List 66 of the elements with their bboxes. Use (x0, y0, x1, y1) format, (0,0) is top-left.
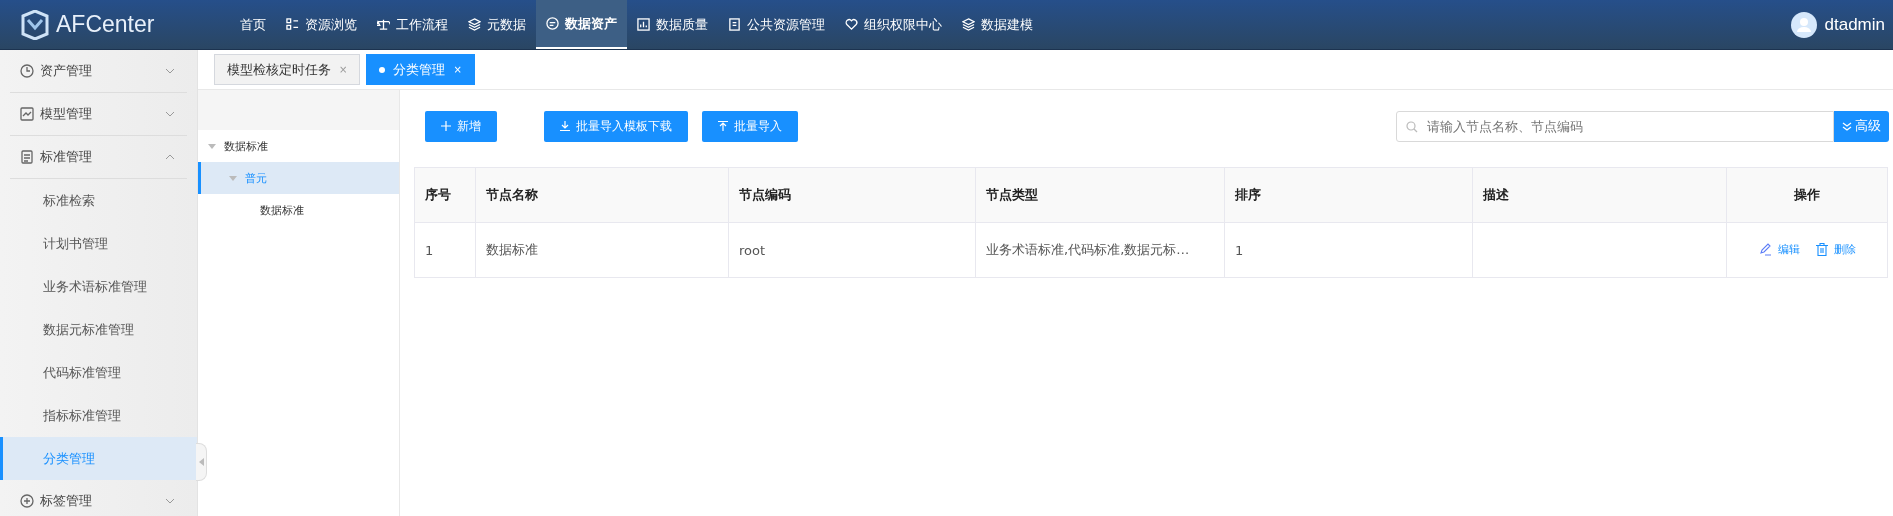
tree-node[interactable]: 数据标准 (198, 194, 399, 226)
search-field[interactable]: 请输入节点名称、节点编码 (1396, 110, 1834, 142)
sidebar-item[interactable]: 数据元标准管理 (0, 308, 197, 351)
scale-icon (377, 18, 390, 31)
chart-icon (20, 107, 34, 121)
sidebar-item[interactable]: 计划书管理 (0, 222, 197, 265)
caret-icon (208, 143, 216, 149)
nav-tab[interactable]: 数据建模 (952, 0, 1043, 49)
chevron-icon (165, 111, 175, 117)
nav-tab[interactable]: 首页 (230, 0, 276, 49)
nav-tab[interactable]: 组织权限中心 (835, 0, 952, 49)
page-tab[interactable]: 模型检核定时任务 × (214, 54, 361, 85)
nav-tab[interactable]: 公共资源管理 (718, 0, 835, 49)
chevron-icon (165, 498, 175, 504)
chevron-icon (165, 68, 175, 74)
sidebar-item[interactable]: 代码标准管理 (0, 351, 197, 394)
double-chevron-icon (1842, 121, 1852, 131)
column-header: 节点编码 (728, 167, 976, 223)
layers-icon (962, 18, 975, 31)
sidebar-item[interactable]: 指标标准管理 (0, 394, 197, 437)
plus-icon (441, 121, 451, 131)
table-cell: 1 (414, 222, 476, 278)
list-icon (286, 18, 299, 31)
column-header: 排序 (1224, 167, 1473, 223)
table-cell: root (728, 222, 976, 278)
plus-circle-icon (20, 494, 34, 508)
sidebar-group[interactable]: 资产管理 (10, 50, 187, 93)
table-cell: 1 (1224, 222, 1473, 278)
active-dot-icon (379, 66, 386, 73)
document-icon (728, 18, 741, 31)
chart-icon (637, 18, 650, 31)
heart-icon (845, 18, 858, 31)
column-header: 序号 (414, 167, 476, 223)
caret-icon (229, 175, 237, 181)
search-icon (1406, 120, 1418, 133)
table-cell: 数据标准 (475, 222, 729, 278)
nav-tab[interactable]: 工作流程 (367, 0, 458, 49)
document-icon (20, 150, 34, 164)
column-header: 操作 (1726, 167, 1888, 223)
app-logo-text: AFCenter (56, 11, 155, 38)
sidebar-item[interactable]: 标准检索 (0, 179, 197, 222)
clock-icon (20, 64, 34, 78)
user-name[interactable]: dtadmin (1824, 14, 1885, 35)
logo-icon (20, 9, 50, 40)
tree-node[interactable]: 数据标准 (198, 130, 399, 162)
avatar-icon[interactable] (1790, 11, 1817, 38)
sidebar-item[interactable]: 业务术语标准管理 (0, 265, 197, 308)
collapse-handle[interactable] (196, 443, 207, 481)
sidebar-group[interactable]: 标签管理 (10, 480, 187, 516)
nav-tab[interactable]: 数据资产 (536, 0, 627, 49)
pencil-icon (1758, 242, 1772, 256)
chevron-icon (165, 154, 175, 160)
layers-icon (468, 18, 481, 31)
column-header: 节点类型 (975, 167, 1225, 223)
upload-icon (718, 121, 728, 131)
nav-tab[interactable]: 资源浏览 (276, 0, 367, 49)
table-cell: 业务术语标准,代码标准,数据元标… (975, 222, 1225, 278)
download-icon (560, 121, 570, 131)
column-header: 描述 (1472, 167, 1727, 223)
chat-icon (546, 17, 559, 30)
trash-icon (1815, 242, 1828, 256)
sidebar-group[interactable]: 模型管理 (10, 93, 187, 136)
column-header: 节点名称 (475, 167, 729, 223)
nav-tab[interactable]: 数据质量 (627, 0, 718, 49)
nav-tab[interactable]: 元数据 (458, 0, 536, 49)
sidebar-group[interactable]: 标准管理 (10, 136, 187, 179)
